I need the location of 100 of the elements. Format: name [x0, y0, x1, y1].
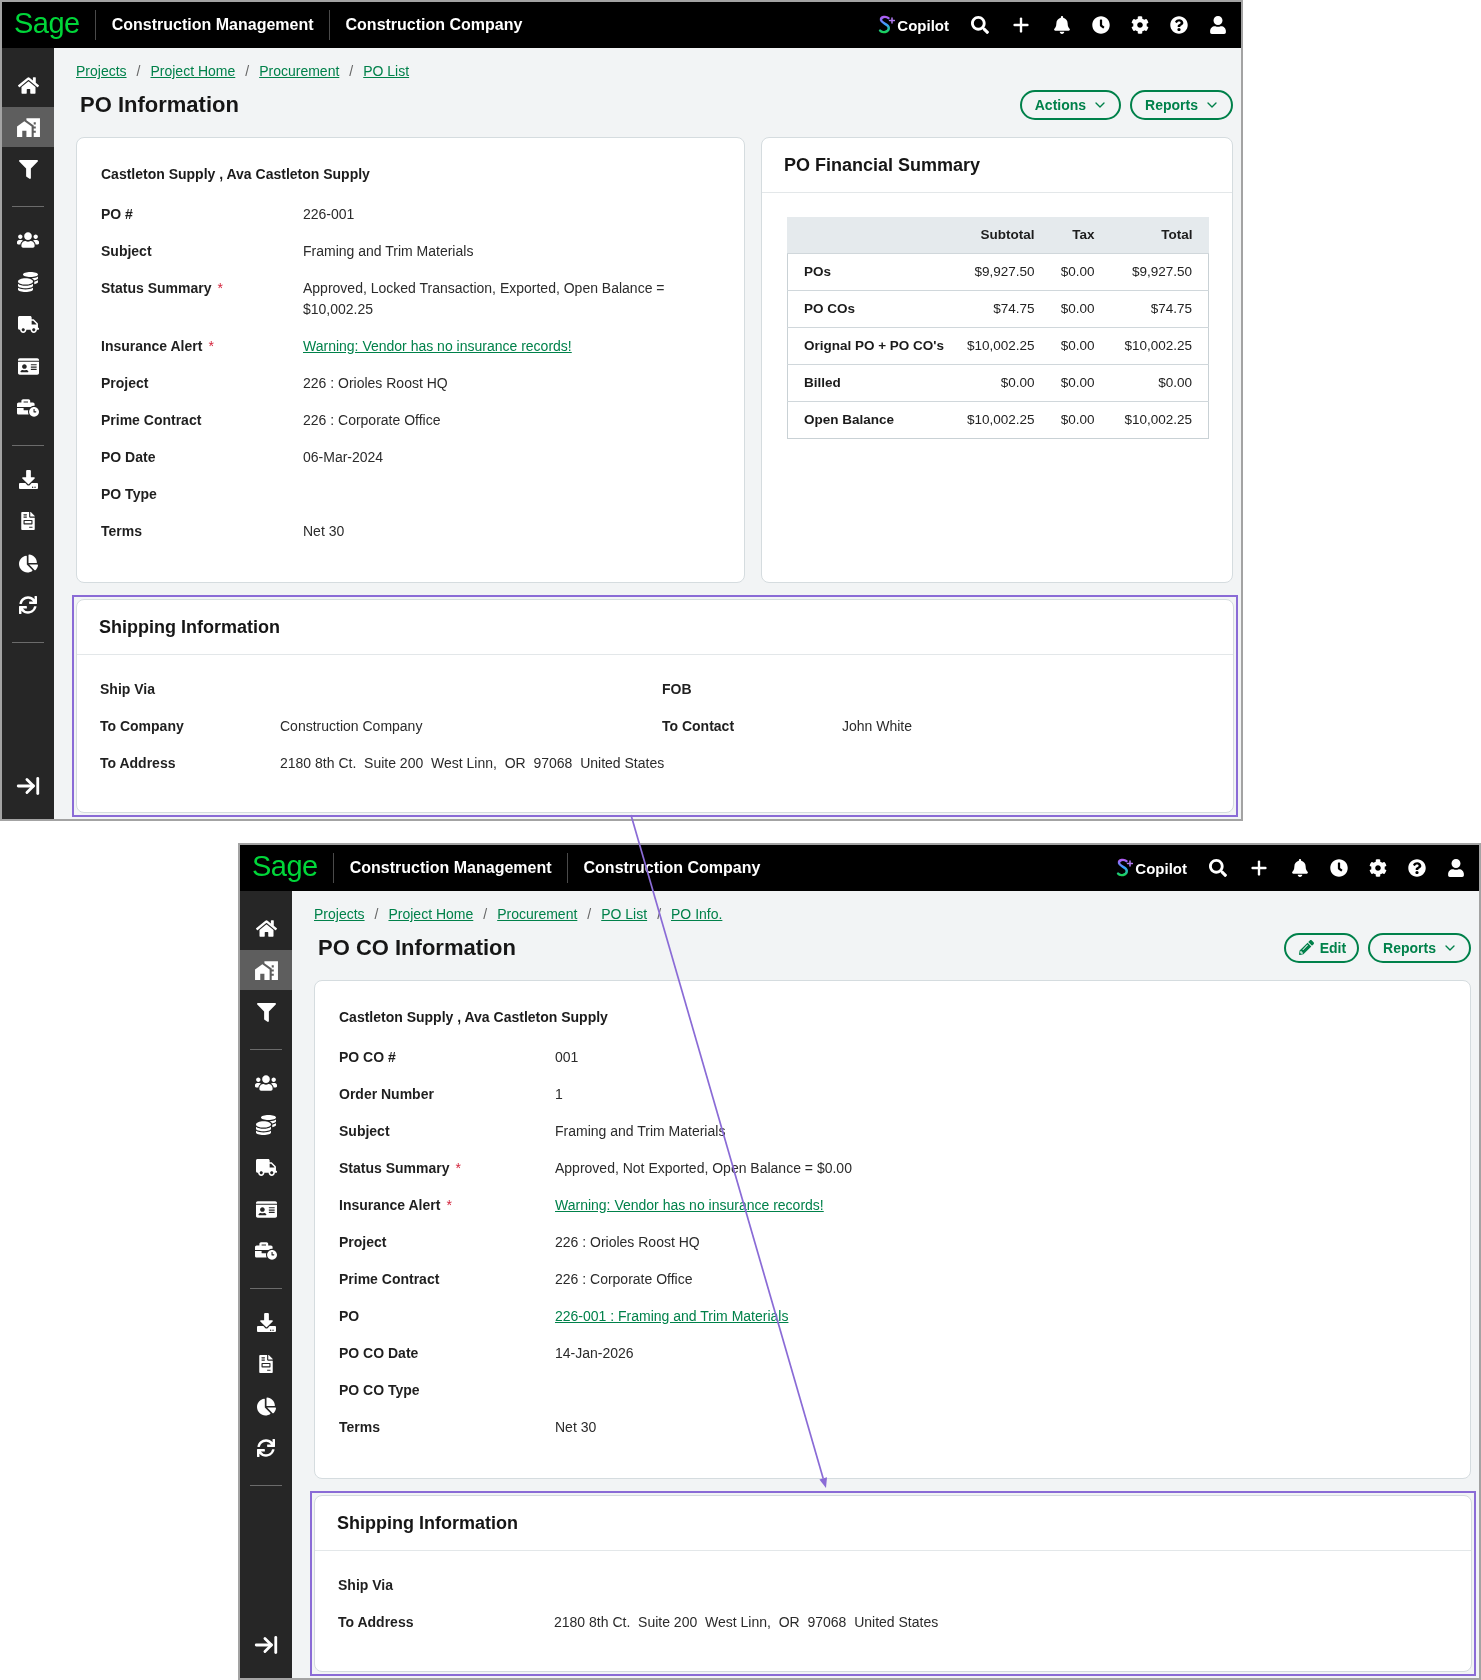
table-cell: $74.75	[1094, 290, 1209, 327]
field-label: To Company	[100, 717, 184, 736]
dropdown-button[interactable]: Actions	[1019, 89, 1122, 120]
field-label: Terms	[339, 1418, 380, 1437]
field-value: 226 : Orioles Roost HQ	[555, 1233, 700, 1252]
field-label: To Address	[338, 1613, 414, 1632]
copilot-button[interactable]: Copilot	[1116, 858, 1187, 878]
table-cell: $74.75	[946, 290, 1035, 327]
bell-icon[interactable]	[1291, 859, 1309, 877]
user-icon[interactable]	[1447, 859, 1465, 877]
nav-button[interactable]	[240, 950, 292, 990]
row-label: Billed	[787, 364, 947, 401]
field-value: Net 30	[555, 1418, 597, 1437]
logo[interactable]: Sage	[252, 852, 318, 884]
page-title: PO Information	[79, 91, 239, 119]
field-link[interactable]: Warning: Vendor has no insurance records!	[555, 1195, 824, 1216]
settings-icon[interactable]	[1131, 16, 1149, 34]
id-card-icon	[255, 1198, 277, 1220]
table-cell: $10,002.25	[1094, 327, 1209, 364]
page-title: PO CO Information	[317, 934, 516, 962]
table-cell: $10,002.25	[946, 327, 1035, 364]
table-cell: $0.00	[1094, 364, 1209, 401]
field-label: Status Summary	[339, 1159, 450, 1178]
people-icon	[255, 1072, 277, 1094]
field-label: To Address	[100, 754, 176, 773]
breadcrumb-separator: /	[374, 905, 379, 923]
field-value: 14-Jan-2026	[555, 1344, 634, 1363]
edit-button[interactable]: Edit	[1283, 932, 1360, 963]
help-icon[interactable]	[1170, 16, 1188, 34]
field-value: Net 30	[303, 522, 345, 541]
help-icon[interactable]	[1408, 859, 1426, 877]
field-value: Construction Company	[280, 717, 423, 736]
app-name[interactable]: Construction Management	[349, 859, 552, 877]
user-icon[interactable]	[1209, 16, 1227, 34]
breadcrumb-separator: /	[245, 62, 250, 80]
breadcrumb-link[interactable]: Procurement	[259, 62, 340, 80]
field-label: Order Number	[339, 1085, 434, 1104]
section-title: Shipping Information	[99, 616, 280, 638]
field-label: Insurance Alert	[101, 337, 203, 356]
field-value: 06-Mar-2024	[303, 448, 384, 467]
field-value: 2180 8th Ct. Suite 200 West Linn, OR 97068 United States	[554, 1613, 939, 1632]
field-label: PO CO Date	[339, 1344, 419, 1363]
required-mark: *	[446, 1196, 452, 1215]
field-link[interactable]: 226-001 : Framing and Trim Materials	[555, 1306, 789, 1327]
field-label: PO #	[101, 205, 133, 224]
breadcrumb-link[interactable]: Procurement	[497, 905, 578, 923]
copilot-button[interactable]: Copilot	[878, 15, 949, 35]
row-label: Orignal PO + PO CO's	[787, 327, 947, 364]
field-label: To Contact	[662, 717, 735, 736]
dropdown-button[interactable]: Reports	[1368, 932, 1471, 963]
filter-icon	[256, 1002, 276, 1022]
breadcrumb-separator: /	[483, 905, 488, 923]
field-label: PO CO Type	[339, 1381, 420, 1400]
breadcrumb-separator: /	[349, 62, 354, 80]
breadcrumb-link[interactable]: Projects	[76, 62, 127, 80]
clock-icon[interactable]	[1330, 859, 1348, 877]
search-icon[interactable]	[1209, 859, 1227, 877]
breadcrumb-link[interactable]: Projects	[314, 905, 365, 923]
field-value: 226 : Corporate Office	[555, 1270, 693, 1289]
pencil-icon	[1298, 940, 1314, 955]
table-cell: $0.00	[1034, 364, 1095, 401]
row-label: Open Balance	[787, 401, 947, 438]
column-header: Subtotal	[946, 217, 1035, 253]
dropdown-button[interactable]: Reports	[1130, 89, 1233, 120]
app-name[interactable]: Construction Management	[111, 16, 314, 34]
required-mark: *	[217, 279, 223, 298]
breadcrumb-separator: /	[136, 62, 141, 80]
clock-icon[interactable]	[1092, 16, 1110, 34]
breadcrumb-link[interactable]: Project Home	[388, 905, 474, 923]
search-icon[interactable]	[971, 16, 989, 34]
table-cell: $0.00	[1034, 253, 1095, 290]
breadcrumb-link[interactable]: PO Info.	[671, 905, 723, 923]
field-link[interactable]: Warning: Vendor has no insurance records!	[303, 336, 572, 357]
field-label: Project	[339, 1233, 387, 1252]
field-label: Subject	[339, 1122, 390, 1141]
field-label: Ship Via	[100, 680, 155, 699]
field-value: Framing and Trim Materials	[303, 242, 474, 261]
table-cell: $0.00	[1034, 327, 1095, 364]
field-value: 2180 8th Ct. Suite 200 West Linn, OR 97068 United States	[280, 754, 665, 773]
required-mark: *	[455, 1159, 461, 1178]
field-label: FOB	[662, 680, 692, 699]
field-label: PO CO #	[339, 1048, 396, 1067]
section-title: PO Financial Summary	[783, 154, 980, 176]
refresh-icon	[19, 596, 37, 614]
company-name[interactable]: Construction Company	[345, 16, 523, 34]
people-icon	[17, 229, 39, 251]
table-cell: $0.00	[946, 364, 1035, 401]
field-value: 001	[555, 1048, 579, 1067]
nav-button[interactable]	[2, 107, 54, 147]
coins-icon	[18, 272, 38, 292]
column-header: Tax	[1034, 217, 1095, 253]
breadcrumb-link[interactable]: PO List	[601, 905, 648, 923]
settings-icon[interactable]	[1369, 859, 1387, 877]
logo[interactable]: Sage	[14, 9, 80, 41]
field-label: Subject	[101, 242, 152, 261]
download-icon	[18, 469, 38, 489]
breadcrumb-link[interactable]: Project Home	[150, 62, 236, 80]
breadcrumb-link[interactable]: PO List	[363, 62, 410, 80]
bell-icon[interactable]	[1053, 16, 1071, 34]
vendor-name: Castleton Supply , Ava Castleton Supply	[101, 165, 370, 184]
